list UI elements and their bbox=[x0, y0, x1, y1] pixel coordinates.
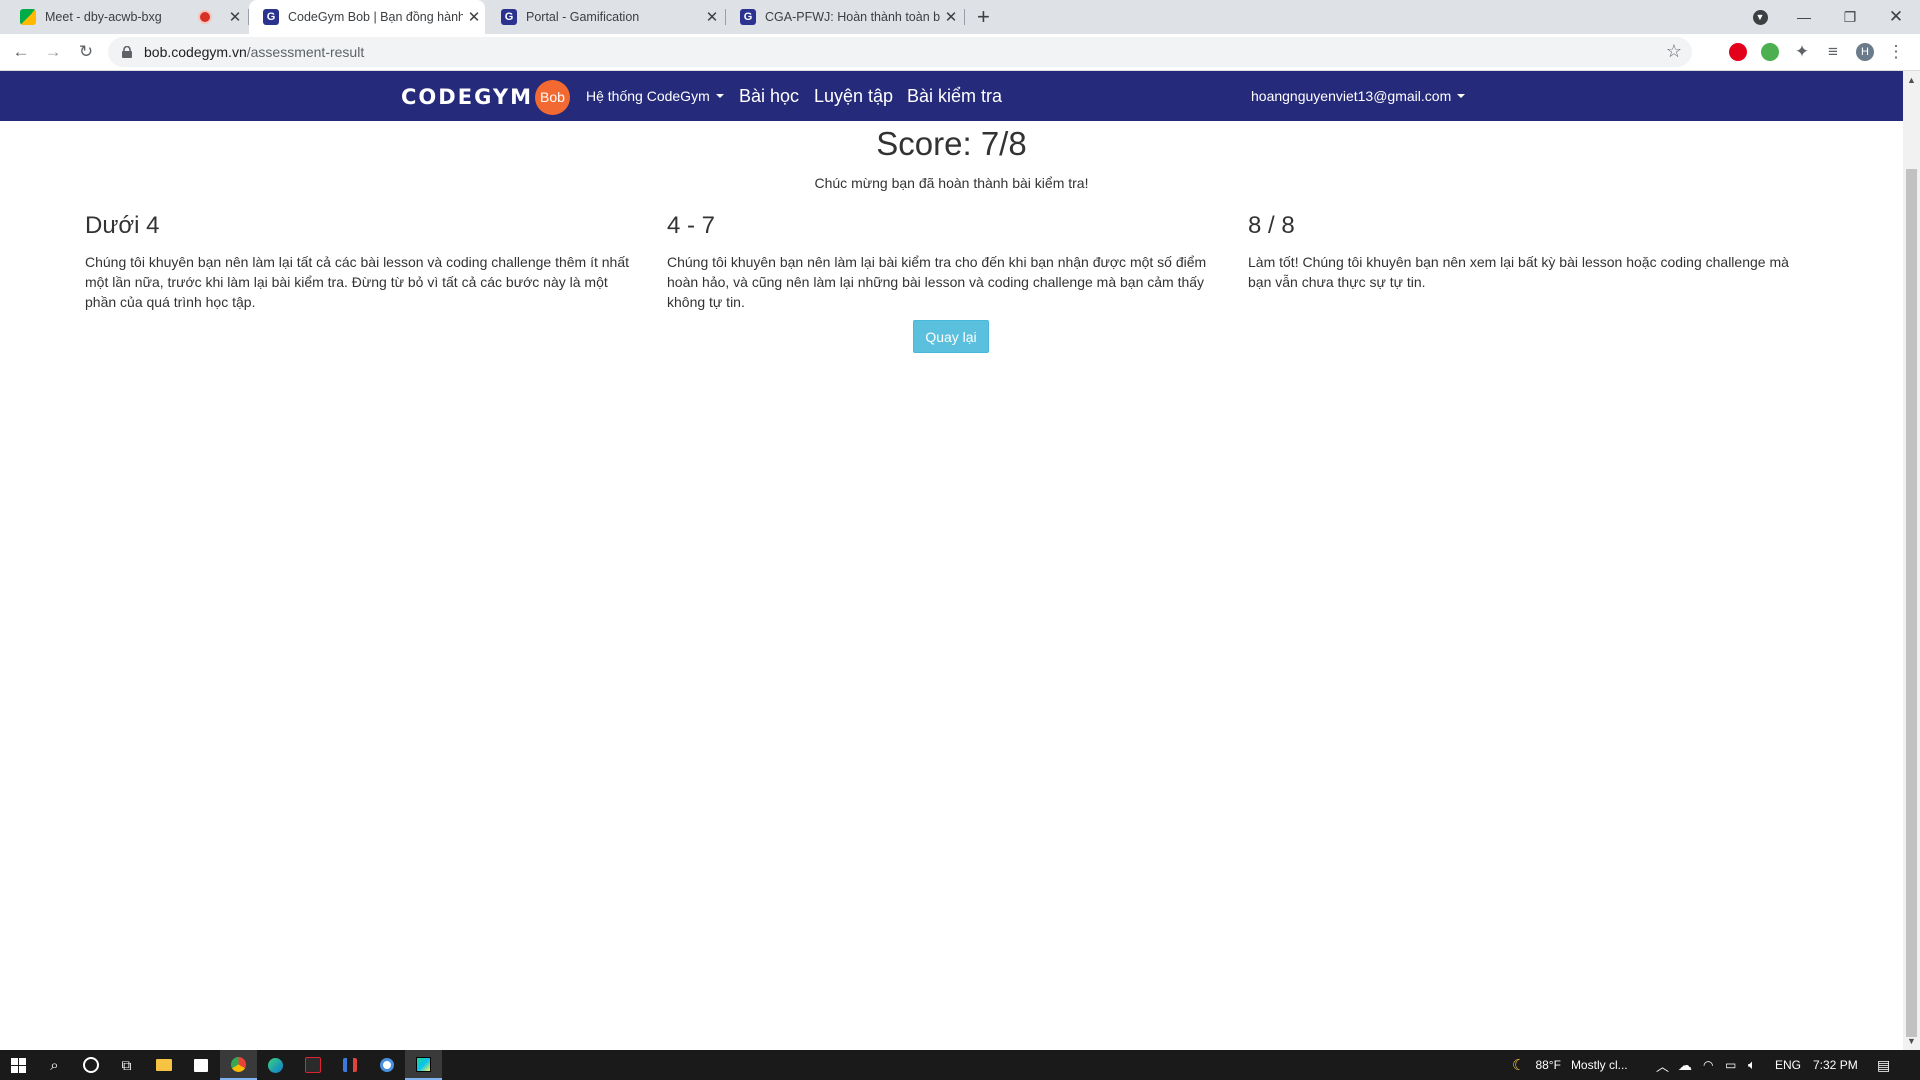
chrome-icon[interactable] bbox=[220, 1050, 257, 1080]
user-email: hoangnguyenviet13@gmail.com bbox=[1251, 88, 1452, 104]
tab-title: Portal - Gamification bbox=[526, 10, 640, 24]
puzzle-extensions-icon[interactable]: ✦ bbox=[1787, 34, 1817, 70]
weather-text: Mostly cl... bbox=[1570, 1058, 1628, 1072]
caret-down-icon bbox=[715, 94, 724, 98]
opera-extension-icon[interactable] bbox=[1729, 43, 1747, 61]
tab-cga-pfwj[interactable]: G CGA-PFWJ: Hoàn thành toàn bộ ✕ bbox=[726, 0, 962, 34]
tab-title: CodeGym Bob | Bạn đồng hành c bbox=[288, 10, 463, 24]
logo-text: CODEGYM bbox=[401, 85, 533, 109]
edge-icon[interactable] bbox=[257, 1050, 294, 1080]
network-icon[interactable]: ◠ bbox=[1703, 1050, 1713, 1080]
recording-indicator-icon bbox=[198, 10, 212, 24]
range-4-to-7: 4 - 7 Chúng tôi khuyên bạn nên làm lại b… bbox=[667, 210, 1222, 312]
close-tab-icon[interactable]: ✕ bbox=[224, 8, 246, 26]
moon-icon: ☾ bbox=[1512, 1057, 1526, 1074]
congrats-message: Chúc mừng bạn đã hoàn thành bài kiểm tra… bbox=[814, 175, 1089, 191]
bookmark-star-icon[interactable]: ☆ bbox=[1666, 41, 1682, 62]
globe-extension-icon[interactable] bbox=[1761, 43, 1779, 61]
range-below-4: Dưới 4 Chúng tôi khuyên bạn nên làm lại … bbox=[85, 210, 640, 312]
scrollbar-thumb[interactable] bbox=[1906, 169, 1917, 1037]
range-heading: 4 - 7 bbox=[667, 212, 716, 239]
language-indicator[interactable]: ENG bbox=[1775, 1050, 1801, 1080]
nav-he-thong-codegym[interactable]: Hệ thống CodeGym bbox=[586, 71, 724, 121]
clock[interactable]: 7:32 PM bbox=[1813, 1050, 1858, 1080]
store-icon[interactable] bbox=[182, 1050, 219, 1080]
more-menu-icon[interactable]: ⋮ bbox=[1881, 34, 1911, 70]
browser-toolbar: ← → ↻ bob.codegym.vn/assessment-result ☆… bbox=[0, 34, 1920, 71]
file-explorer-icon[interactable] bbox=[145, 1050, 182, 1080]
show-hidden-icons-icon[interactable]: ︿ bbox=[1656, 1050, 1669, 1080]
battery-icon[interactable]: ▭ bbox=[1725, 1050, 1736, 1080]
close-tab-icon[interactable]: ✕ bbox=[940, 8, 962, 26]
range-text: Làm tốt! Chúng tôi khuyên bạn nên xem lạ… bbox=[1248, 254, 1789, 290]
reload-icon: ↻ bbox=[78, 42, 94, 61]
restore-button[interactable]: ❐ bbox=[1827, 0, 1873, 34]
start-button[interactable] bbox=[0, 1050, 37, 1080]
windows-taskbar: ⌕ ⧉ ☾ 88°F Mostly cl... ︿ ☁ ◠ ▭ 🔈︎ ENG 7… bbox=[0, 1050, 1920, 1080]
score-heading: Score: 7/8 bbox=[876, 125, 1027, 162]
google-meet-icon bbox=[20, 9, 36, 25]
tab-portal-gamification[interactable]: G Portal - Gamification ✕ bbox=[487, 0, 723, 34]
codegym-icon: G bbox=[740, 9, 756, 25]
scroll-up-icon[interactable]: ▲ bbox=[1907, 75, 1916, 85]
close-tab-icon[interactable]: ✕ bbox=[463, 8, 485, 26]
weather-temp: 88°F bbox=[1535, 1058, 1561, 1072]
tab-search-button[interactable]: ▼ bbox=[1737, 0, 1783, 34]
codegym-icon: G bbox=[501, 9, 517, 25]
volume-icon[interactable]: 🔈︎ bbox=[1748, 1050, 1756, 1080]
onedrive-cloud-icon[interactable]: ☁ bbox=[1678, 1050, 1692, 1080]
range-text: Chúng tôi khuyên bạn nên làm lại tất cả … bbox=[85, 254, 630, 310]
range-8-of-8: 8 / 8 Làm tốt! Chúng tôi khuyên bạn nên … bbox=[1248, 210, 1803, 292]
range-text: Chúng tôi khuyên bạn nên làm lại bài kiể… bbox=[667, 254, 1207, 310]
close-tab-icon[interactable]: ✕ bbox=[701, 8, 723, 26]
forward-button[interactable]: → bbox=[38, 34, 68, 70]
media-control-icon[interactable]: ≡ bbox=[1818, 34, 1848, 70]
search-icon[interactable]: ⌕ bbox=[36, 1050, 73, 1080]
arrow-right-icon: → bbox=[44, 42, 62, 61]
scroll-down-icon[interactable]: ▼ bbox=[1907, 1036, 1916, 1046]
lock-icon bbox=[120, 45, 134, 59]
new-tab-button[interactable]: + bbox=[977, 4, 990, 30]
logo-badge: Bob bbox=[534, 79, 570, 115]
caret-down-icon bbox=[1457, 94, 1466, 98]
site-navbar: CODEGYM Bob Hệ thống CodeGym Bài học Luy… bbox=[0, 71, 1903, 121]
address-bar[interactable]: bob.codegym.vn/assessment-result ☆ bbox=[108, 37, 1692, 67]
back-button-quay-lai[interactable]: Quay lại bbox=[913, 320, 989, 353]
app-red-icon[interactable] bbox=[294, 1050, 331, 1080]
nav-bai-hoc[interactable]: Bài học bbox=[739, 71, 799, 121]
nav-label: Hệ thống CodeGym bbox=[586, 88, 710, 104]
webstorm-icon[interactable] bbox=[405, 1050, 442, 1080]
codegym-bob-logo[interactable]: CODEGYM Bob bbox=[401, 79, 570, 115]
nav-luyen-tap[interactable]: Luyện tập bbox=[814, 71, 893, 121]
range-heading: 8 / 8 bbox=[1248, 212, 1295, 239]
chevron-down-icon: ▼ bbox=[1752, 9, 1768, 25]
windows-logo-icon bbox=[11, 1057, 26, 1073]
tab-meet[interactable]: Meet - dby-acwb-bxg ✕ bbox=[6, 0, 246, 34]
tab-codegym-bob[interactable]: G CodeGym Bob | Bạn đồng hành c ✕ bbox=[249, 0, 485, 34]
minimize-button[interactable]: — bbox=[1781, 0, 1827, 34]
close-window-button[interactable]: ✕ bbox=[1873, 0, 1919, 34]
page-scrollbar[interactable]: ▲ ▼ bbox=[1903, 71, 1920, 1050]
reload-button[interactable]: ↻ bbox=[71, 34, 101, 70]
range-heading: Dưới 4 bbox=[85, 212, 160, 239]
codegym-icon: G bbox=[263, 9, 279, 25]
user-menu[interactable]: hoangnguyenviet13@gmail.com bbox=[1251, 71, 1466, 121]
weather-widget[interactable]: ☾ 88°F Mostly cl... bbox=[1512, 1050, 1628, 1080]
browser-tab-bar: Meet - dby-acwb-bxg ✕ G CodeGym Bob | Bạ… bbox=[0, 0, 1920, 34]
notifications-icon[interactable]: ▤ bbox=[1877, 1050, 1890, 1080]
tab-title: CGA-PFWJ: Hoàn thành toàn bộ bbox=[765, 10, 940, 24]
nav-bai-kiem-tra[interactable]: Bài kiểm tra bbox=[907, 71, 1002, 121]
app-circle-icon[interactable] bbox=[368, 1050, 405, 1080]
app-blue-red-icon[interactable] bbox=[331, 1050, 368, 1080]
back-button[interactable]: ← bbox=[6, 34, 36, 70]
cortana-icon[interactable] bbox=[72, 1050, 109, 1080]
task-view-icon[interactable]: ⧉ bbox=[108, 1050, 145, 1080]
tab-title: Meet - dby-acwb-bxg bbox=[45, 10, 162, 24]
url-text: bob.codegym.vn/assessment-result bbox=[144, 44, 365, 60]
profile-avatar[interactable]: H bbox=[1856, 43, 1874, 61]
arrow-left-icon: ← bbox=[12, 42, 30, 61]
